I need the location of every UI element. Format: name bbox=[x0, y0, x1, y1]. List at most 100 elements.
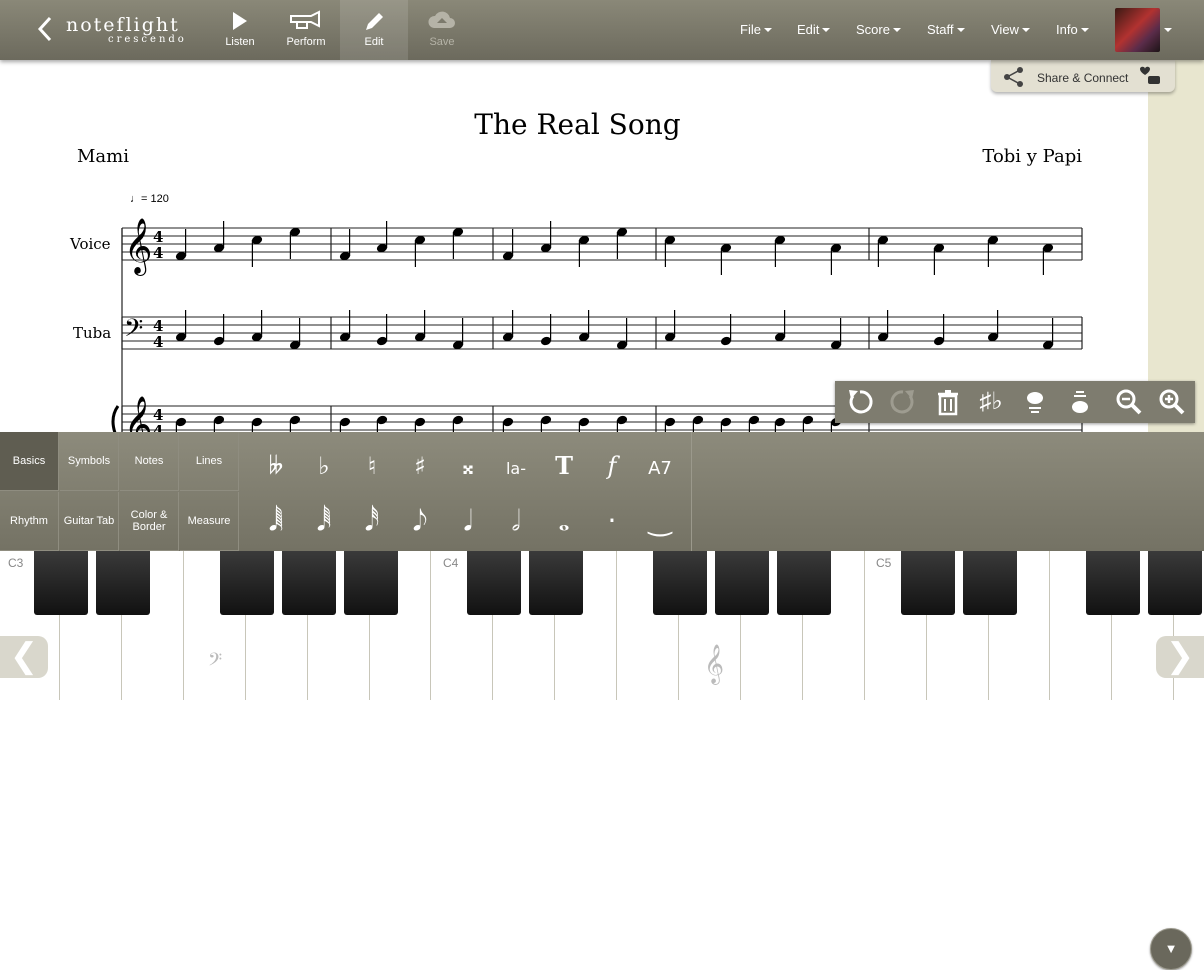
piano-black-key[interactable] bbox=[653, 551, 707, 615]
caret-down-icon bbox=[763, 28, 772, 32]
edit-button[interactable]: Edit bbox=[340, 0, 408, 60]
piano-black-key[interactable] bbox=[343, 551, 398, 615]
chord-symbol-icon: A7 bbox=[648, 458, 672, 479]
tie-icon: ‿ bbox=[648, 504, 672, 537]
piano-black-key[interactable] bbox=[1148, 551, 1203, 615]
piano-black-key[interactable] bbox=[281, 551, 336, 615]
natural-button[interactable]: ♮ bbox=[350, 444, 394, 488]
sharp-icon: ♯ bbox=[414, 452, 426, 480]
32nd-note-button[interactable]: 𝅘𝅥𝅱 bbox=[302, 499, 346, 543]
piano-black-key[interactable] bbox=[714, 551, 769, 615]
score-tools-bar: ♯♭ bbox=[835, 381, 1195, 423]
bass-clef: 𝄢 bbox=[124, 314, 143, 349]
piano-keyboard[interactable]: C3 C4 C5 𝄢 𝄞 bbox=[0, 551, 1204, 700]
piano-black-key[interactable] bbox=[467, 551, 522, 615]
delete-icon bbox=[938, 390, 958, 416]
natural-icon: ♮ bbox=[367, 452, 377, 480]
chevron-left-icon: ❮ bbox=[9, 637, 39, 675]
dynamic-button[interactable]: f bbox=[590, 444, 634, 488]
caret-down-icon bbox=[1021, 28, 1030, 32]
dot-icon: · bbox=[607, 504, 617, 537]
quarter-note-button[interactable]: 𝅘𝅥 bbox=[446, 499, 490, 543]
listen-button[interactable]: Listen bbox=[206, 0, 274, 60]
zoom-out-button[interactable] bbox=[1114, 387, 1146, 417]
listen-label: Listen bbox=[225, 36, 255, 48]
menu-view[interactable]: View bbox=[991, 22, 1030, 37]
piano-octave-label: C5 bbox=[876, 556, 892, 570]
user-avatar[interactable] bbox=[1115, 8, 1160, 52]
piano-black-key[interactable] bbox=[962, 551, 1017, 615]
piano-scroll-right-button[interactable]: ❯ bbox=[1156, 636, 1204, 678]
sharp-button[interactable]: ♯ bbox=[398, 444, 442, 488]
menu-score[interactable]: Score bbox=[856, 22, 901, 37]
chevron-down-icon: ▼ bbox=[1164, 941, 1178, 956]
treble-clef: 𝄞 bbox=[124, 396, 152, 432]
palette-tab-rhythm[interactable]: Rhythm bbox=[0, 492, 59, 551]
piano-black-key[interactable] bbox=[529, 551, 584, 615]
flat-button[interactable]: ♭ bbox=[302, 444, 346, 488]
voice-down-button[interactable] bbox=[1065, 387, 1097, 417]
palette-tab-measure[interactable]: Measure bbox=[180, 492, 239, 551]
menu-edit[interactable]: Edit bbox=[797, 22, 831, 37]
palette-tools: 𝄫 ♭ ♮ ♯ 𝄪 la- Tf A7 𝅘𝅥𝅲 𝅘𝅥𝅱 𝅘𝅥𝅰 𝅘𝅥𝅮 𝅘𝅥 𝅗𝅥 𝅝 · ‿ bbox=[240, 432, 692, 551]
palette-tab-symbols[interactable]: Symbols bbox=[60, 432, 119, 491]
16th-note-button[interactable]: 𝅘𝅥𝅰 bbox=[350, 499, 394, 543]
64th-note-button[interactable]: 𝅘𝅥𝅲 bbox=[254, 499, 298, 543]
tie-button[interactable]: ‿ bbox=[638, 499, 682, 543]
piano-black-key[interactable] bbox=[1086, 551, 1141, 615]
quarter-note-icon: 𝅘𝅥 bbox=[463, 504, 473, 537]
palette-tab-color-border[interactable]: Color & Border bbox=[120, 492, 179, 551]
enharmonic-button[interactable]: ♯♭ bbox=[975, 387, 1007, 417]
chevron-left-icon bbox=[37, 16, 52, 42]
delete-button[interactable] bbox=[933, 387, 965, 417]
half-note-icon: 𝅗𝅥 bbox=[511, 504, 521, 537]
menu-info[interactable]: Info bbox=[1056, 22, 1089, 37]
zoom-in-button[interactable] bbox=[1157, 387, 1189, 417]
time-signature-bottom: 4 bbox=[153, 333, 163, 351]
menu-staff[interactable]: Staff bbox=[927, 22, 965, 37]
app-logo: noteflight crescendo bbox=[66, 14, 187, 45]
caret-down-icon bbox=[892, 28, 901, 32]
piano-octave-label: C3 bbox=[8, 556, 24, 570]
palette-tab-basics[interactable]: Basics bbox=[0, 432, 59, 491]
voice-up-button[interactable] bbox=[1020, 387, 1052, 417]
score-notation[interactable]: 𝄞 44𝄢 44𝄞 44 bbox=[0, 60, 1148, 432]
palette-tab-guitar-tab[interactable]: Guitar Tab bbox=[60, 492, 119, 551]
double-flat-button[interactable]: 𝄫 bbox=[254, 444, 298, 488]
save-label: Save bbox=[429, 36, 455, 48]
piano-scroll-left-button[interactable]: ❮ bbox=[0, 636, 48, 678]
lyric-button[interactable]: la- bbox=[494, 444, 538, 488]
save-button[interactable]: Save bbox=[408, 0, 476, 60]
share-icon bbox=[1004, 67, 1023, 87]
piano-black-key[interactable] bbox=[95, 551, 150, 615]
back-button[interactable] bbox=[34, 14, 58, 44]
chord-symbol-button[interactable]: A7 bbox=[638, 444, 682, 488]
main-toolbar: noteflight crescendo Listen Perform Edit… bbox=[0, 0, 1204, 60]
dot-button[interactable]: · bbox=[590, 499, 634, 543]
heart-comment-icon bbox=[1140, 66, 1160, 84]
half-note-button[interactable]: 𝅗𝅥 bbox=[494, 499, 538, 543]
piano-black-key[interactable] bbox=[219, 551, 274, 615]
voice-up-icon bbox=[1027, 392, 1043, 413]
piano-black-key[interactable] bbox=[34, 551, 88, 615]
treble-clef-icon: 𝄞 bbox=[704, 645, 725, 683]
whole-note-button[interactable]: 𝅝 bbox=[542, 499, 586, 543]
palette-tab-lines[interactable]: Lines bbox=[180, 432, 239, 491]
redo-button[interactable] bbox=[888, 387, 920, 417]
collapse-palette-button[interactable]: ▼ bbox=[1150, 928, 1192, 970]
piano-black-key[interactable] bbox=[776, 551, 831, 615]
piano-black-key[interactable] bbox=[900, 551, 955, 615]
share-connect-button[interactable]: Share & Connect bbox=[991, 60, 1175, 92]
dynamic-icon: f bbox=[607, 452, 617, 480]
menu-file[interactable]: File bbox=[740, 22, 772, 37]
avatar-caret-icon[interactable] bbox=[1164, 28, 1172, 32]
undo-button[interactable] bbox=[845, 387, 877, 417]
eighth-note-button[interactable]: 𝅘𝅥𝅮 bbox=[398, 499, 442, 543]
text-button[interactable]: T bbox=[542, 444, 586, 488]
lyric-icon: la- bbox=[505, 459, 527, 478]
score-canvas[interactable]: The Real Song Mami Tobi y Papi ♩= 120 Vo… bbox=[0, 60, 1148, 432]
double-sharp-button[interactable]: 𝄪 bbox=[446, 444, 490, 488]
piano-octave-label: C4 bbox=[443, 556, 459, 570]
perform-button[interactable]: Perform bbox=[272, 0, 340, 60]
palette-tab-notes[interactable]: Notes bbox=[120, 432, 179, 491]
